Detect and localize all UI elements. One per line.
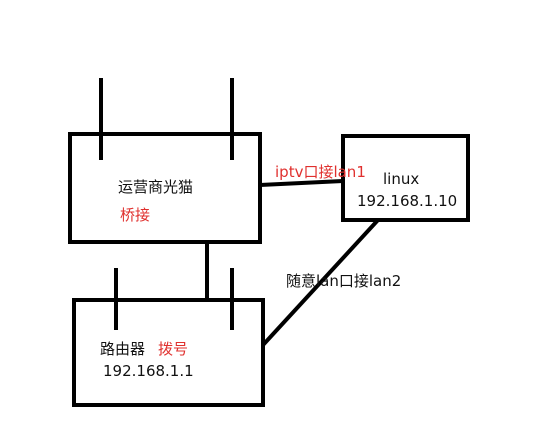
- router-mode: 拨号: [158, 340, 189, 358]
- router-title: 路由器: [100, 340, 146, 358]
- router-ip: 192.168.1.1: [103, 362, 194, 380]
- linux-ip: 192.168.1.10: [357, 192, 458, 210]
- link-modem-linux: [259, 179, 344, 187]
- modem-title: 运营商光猫: [118, 178, 194, 196]
- link-label-modem-linux: iptv口接lan1: [275, 163, 366, 181]
- link-label-linux-router: 随意lan口接lan2: [286, 272, 402, 290]
- modem-mode: 桥接: [120, 206, 151, 224]
- network-diagram: [68, 78, 470, 407]
- linux-title: linux: [383, 170, 420, 188]
